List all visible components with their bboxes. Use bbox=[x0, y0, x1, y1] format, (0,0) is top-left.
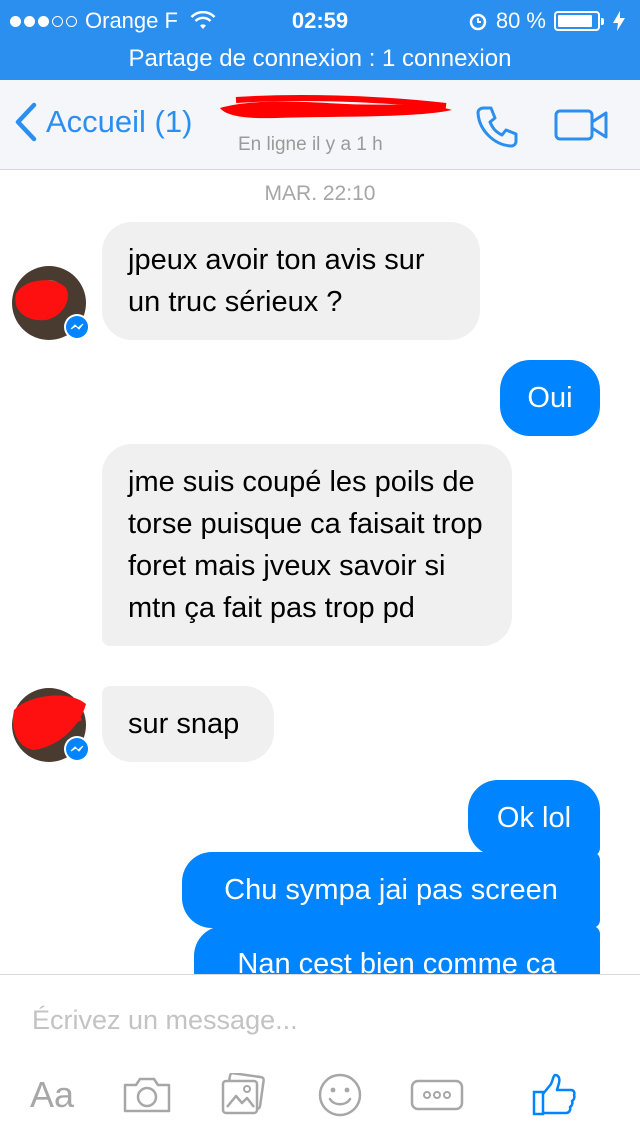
alarm-icon bbox=[469, 13, 487, 31]
conversation-header: Accueil (1) En ligne il y a 1 h bbox=[0, 80, 640, 170]
text-format-button[interactable]: Aa bbox=[24, 1067, 80, 1123]
message-list[interactable]: MAR. 22:10 jpeux avoir ton avis sur un t… bbox=[0, 170, 640, 974]
video-icon[interactable] bbox=[554, 108, 610, 142]
gallery-icon bbox=[221, 1073, 265, 1115]
composer: Écrivez un message... Aa bbox=[0, 974, 640, 1136]
messenger-icon bbox=[64, 314, 90, 340]
contact-status: En ligne il y a 1 h bbox=[238, 134, 383, 155]
contact-name-redaction bbox=[220, 95, 452, 119]
message-bubble-outgoing[interactable]: Oui bbox=[500, 360, 600, 436]
back-button[interactable]: Accueil (1) bbox=[14, 102, 192, 142]
more-button[interactable] bbox=[410, 1067, 464, 1123]
gallery-button[interactable] bbox=[216, 1067, 270, 1123]
contact-info[interactable]: En ligne il y a 1 h bbox=[216, 88, 456, 158]
battery-percent: 80 % bbox=[495, 8, 546, 33]
status-right: 80 % bbox=[468, 8, 626, 34]
composer-toolbar: Aa bbox=[0, 1067, 640, 1127]
camera-button[interactable] bbox=[120, 1067, 174, 1123]
messenger-icon bbox=[64, 736, 90, 762]
emoji-button[interactable] bbox=[316, 1067, 364, 1123]
chevron-left-icon bbox=[15, 102, 37, 142]
back-label: Accueil (1) bbox=[46, 104, 193, 139]
camera-icon bbox=[123, 1077, 171, 1113]
phone-icon[interactable] bbox=[474, 102, 522, 150]
message-bubble-outgoing[interactable]: Chu sympa jai pas screen bbox=[182, 852, 600, 928]
battery-icon bbox=[554, 11, 604, 31]
message-bubble-outgoing[interactable]: Nan cest bien comme ca bbox=[194, 926, 600, 974]
message-bubble-incoming[interactable]: jme suis coupé les poils de torse puisqu… bbox=[102, 444, 512, 646]
timestamp: MAR. 22:10 bbox=[264, 182, 376, 205]
message-bubble-incoming[interactable]: jpeux avoir ton avis sur un truc sérieux… bbox=[102, 222, 480, 340]
charging-icon bbox=[613, 11, 625, 31]
status-bar: Orange F 02:59 80 % bbox=[0, 0, 640, 40]
message-input[interactable]: Écrivez un message... bbox=[32, 1005, 298, 1036]
hotspot-banner[interactable]: Partage de connexion : 1 connexion bbox=[0, 40, 640, 80]
emoji-icon bbox=[318, 1073, 362, 1117]
message-bubble-incoming[interactable]: sur snap bbox=[102, 686, 274, 762]
like-button[interactable] bbox=[530, 1067, 578, 1123]
more-icon bbox=[410, 1079, 464, 1111]
like-icon bbox=[532, 1073, 576, 1116]
message-bubble-outgoing[interactable]: Ok lol bbox=[468, 780, 600, 856]
